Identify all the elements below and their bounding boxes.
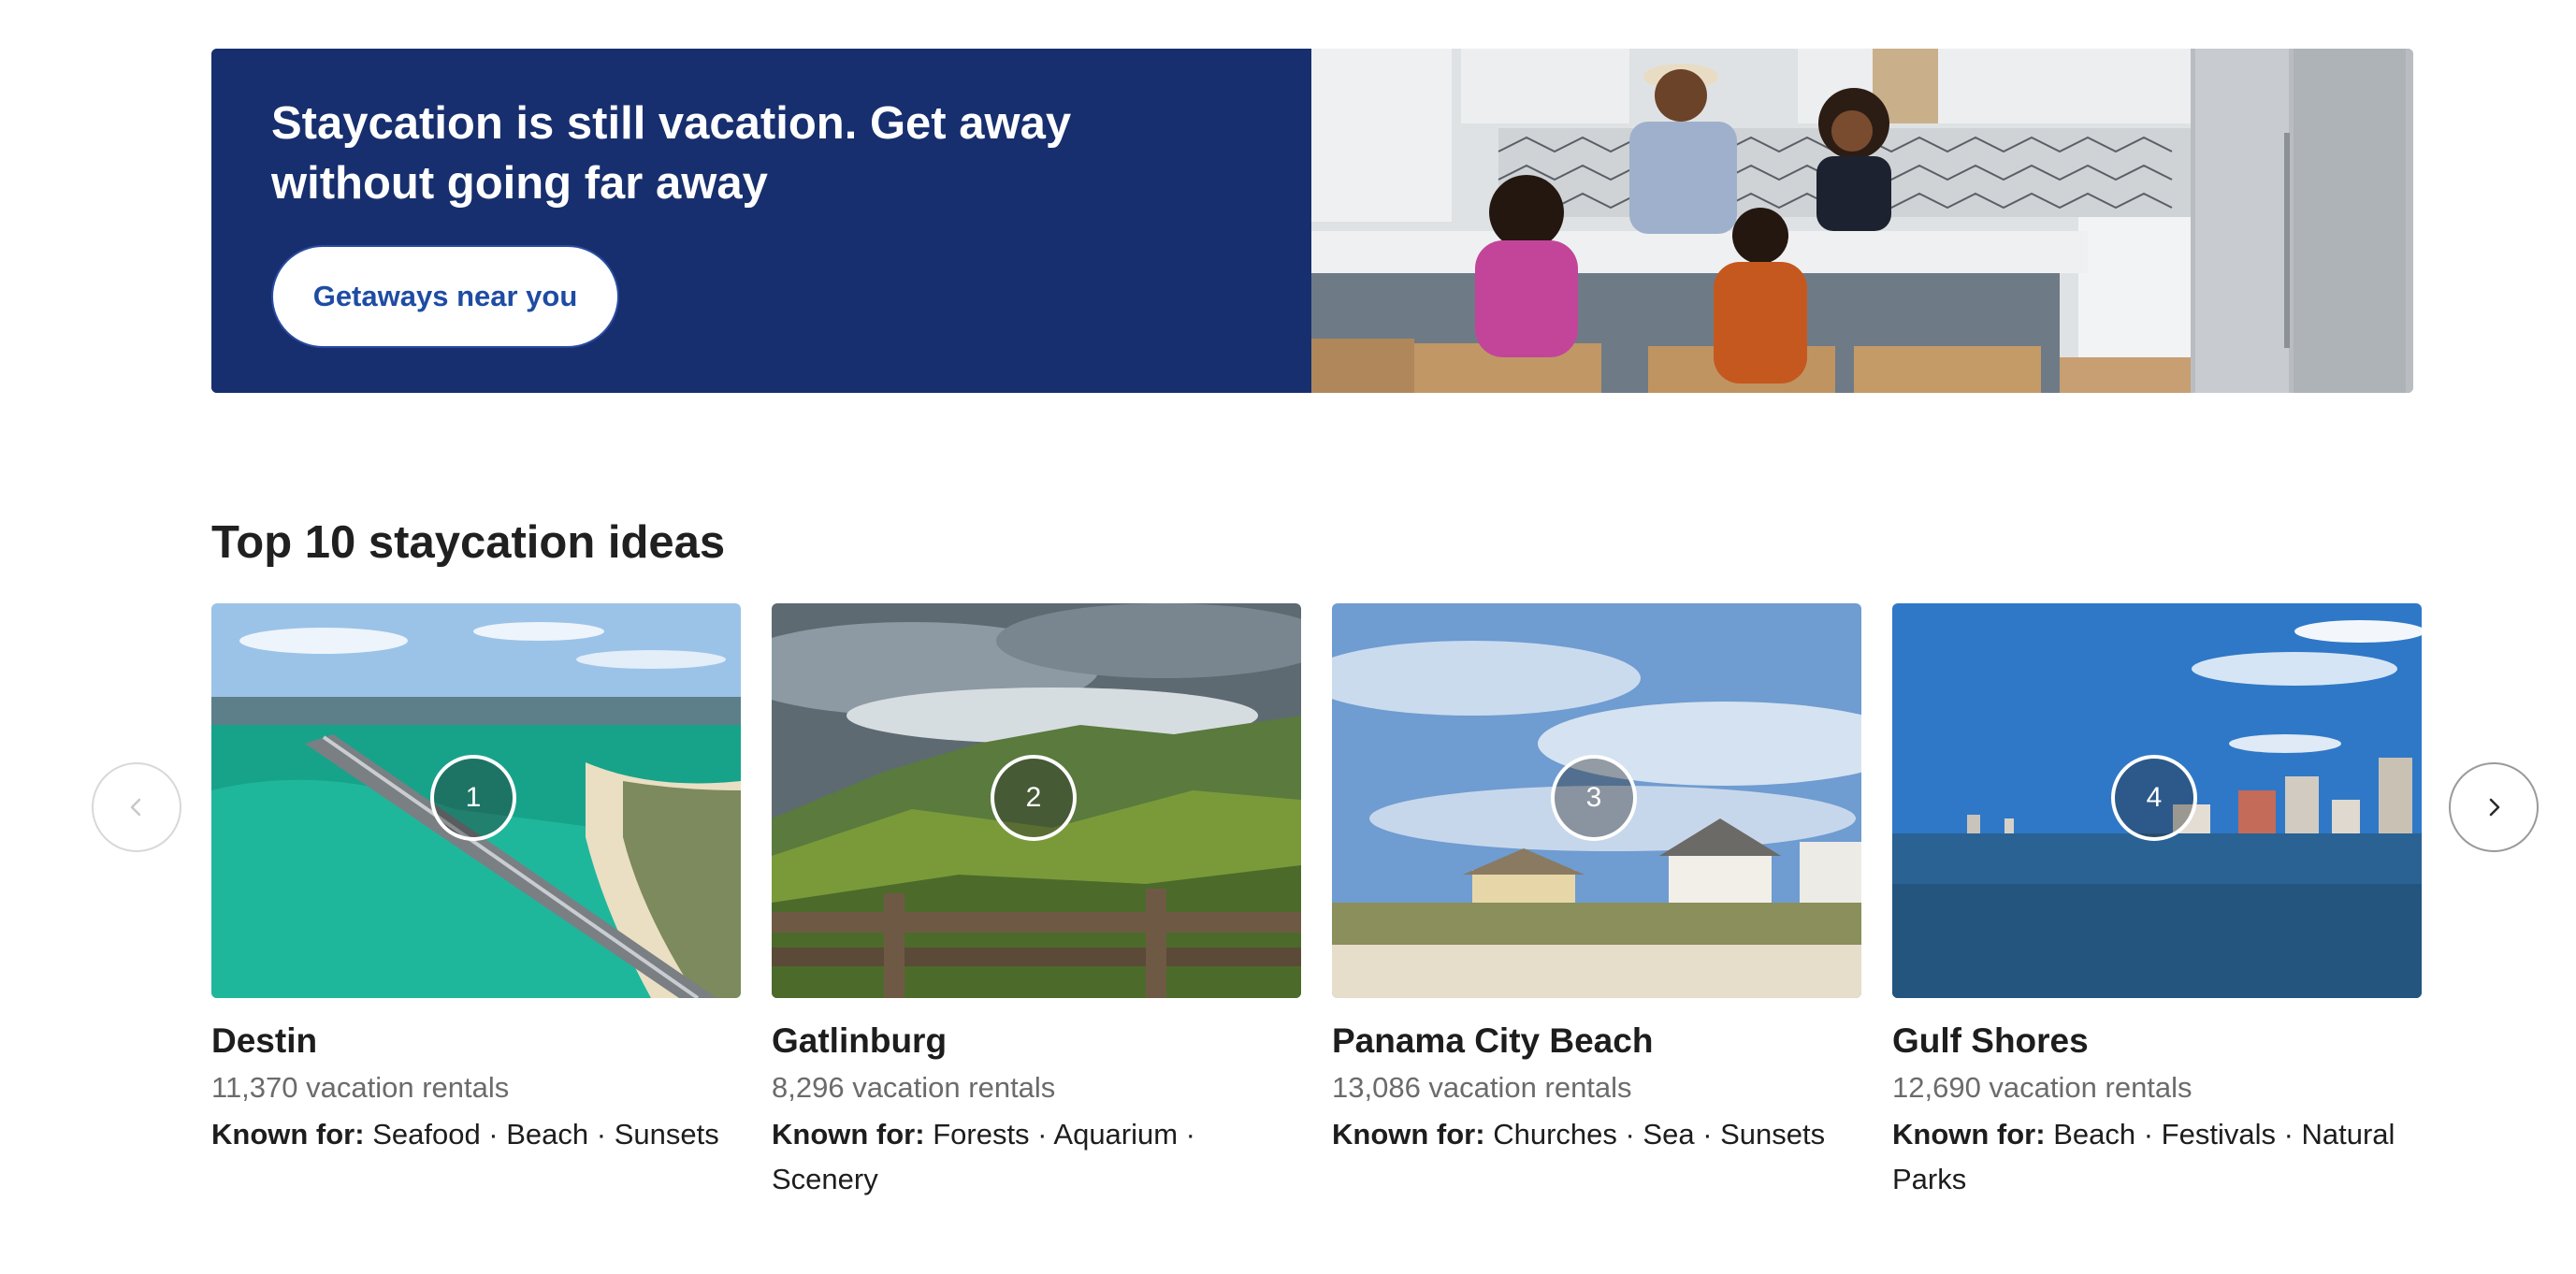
known-for-label: Known for: xyxy=(772,1118,925,1151)
panama-city-beach-photo[interactable]: 3 xyxy=(1332,603,1861,998)
known-for: Known for: Forests · Aquarium · Scenery xyxy=(772,1112,1301,1202)
destination-card-panama-city-beach[interactable]: 3 Panama City Beach 13,086 vacation rent… xyxy=(1332,603,1861,1157)
getaways-near-you-button[interactable]: Getaways near you xyxy=(271,245,619,348)
promo-banner: Staycation is still vacation. Get away w… xyxy=(211,49,2413,393)
known-for-values: Churches · Sea · Sunsets xyxy=(1493,1118,1826,1151)
rank-badge: 3 xyxy=(1551,755,1637,841)
promo-banner-title: Staycation is still vacation. Get away w… xyxy=(271,98,1072,209)
destination-name[interactable]: Gulf Shores xyxy=(1892,1019,2422,1064)
carousel-next-button[interactable] xyxy=(2449,762,2539,852)
destin-photo[interactable]: 1 xyxy=(211,603,741,998)
destination-card-destin[interactable]: 1 Destin 11,370 vacation rentals Known f… xyxy=(211,603,741,1157)
rank-badge: 4 xyxy=(2111,755,2197,841)
rental-count: 11,370 vacation rentals xyxy=(211,1071,510,1104)
known-for-values: Seafood · Beach · Sunsets xyxy=(372,1118,719,1151)
known-for: Known for: Beach · Festivals · Natural P… xyxy=(1892,1112,2422,1202)
known-for-label: Known for: xyxy=(1332,1118,1485,1151)
destination-name[interactable]: Gatlinburg xyxy=(772,1019,1301,1064)
rank-badge: 2 xyxy=(991,755,1077,841)
promo-banner-panel: Staycation is still vacation. Get away w… xyxy=(211,49,1311,393)
rental-count: 8,296 vacation rentals xyxy=(772,1071,1056,1104)
gatlinburg-photo[interactable]: 2 xyxy=(772,603,1301,998)
family-kitchen-photo xyxy=(1311,49,2413,393)
destination-name[interactable]: Destin xyxy=(211,1019,741,1064)
carousel-prev-button xyxy=(92,762,181,852)
destination-card-gatlinburg[interactable]: 2 Gatlinburg 8,296 vacation rentals Know… xyxy=(772,603,1301,1202)
known-for: Known for: Seafood · Beach · Sunsets xyxy=(211,1112,741,1157)
known-for-label: Known for: xyxy=(1892,1118,2046,1151)
known-for: Known for: Churches · Sea · Sunsets xyxy=(1332,1112,1861,1157)
chevron-left-icon xyxy=(130,798,141,817)
known-for-label: Known for: xyxy=(211,1118,365,1151)
rental-count: 13,086 vacation rentals xyxy=(1332,1071,1632,1104)
destination-name[interactable]: Panama City Beach xyxy=(1332,1019,1861,1064)
chevron-right-icon xyxy=(2489,798,2500,817)
rank-badge: 1 xyxy=(430,755,516,841)
section-title: Top 10 staycation ideas xyxy=(211,517,726,568)
gulf-shores-photo[interactable]: 4 xyxy=(1892,603,2422,998)
destination-card-gulf-shores[interactable]: 4 Gulf Shores 12,690 vacation rentals Kn… xyxy=(1892,603,2422,1202)
rental-count: 12,690 vacation rentals xyxy=(1892,1071,2192,1104)
